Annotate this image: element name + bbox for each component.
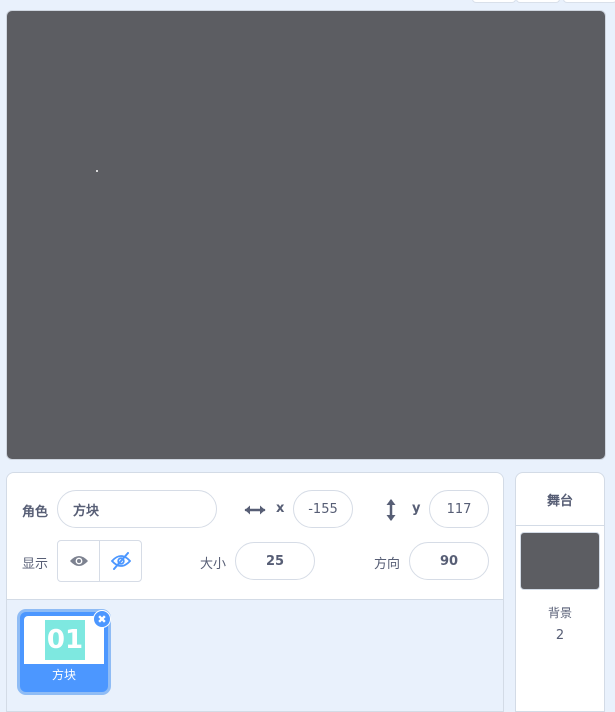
sprite-tile-body: 01 方块 (22, 614, 106, 690)
sprite-pane: 角色 方块 x -155 y 117 显示 大小 25 方向 90 01 方块 … (6, 472, 504, 712)
y-input[interactable]: 117 (429, 490, 489, 528)
eye-hidden-icon (110, 552, 131, 570)
sprite-name-input[interactable]: 方块 (57, 490, 217, 528)
direction-label: 方向 (374, 557, 401, 572)
horizontal-arrow-icon (244, 505, 266, 515)
size-input[interactable]: 25 (235, 542, 315, 580)
stage-canvas[interactable] (6, 10, 606, 460)
large-stage-button[interactable] (516, 0, 560, 3)
direction-input[interactable]: 90 (409, 542, 489, 580)
stage-panel-title: 舞台 (516, 473, 604, 526)
stage-selector[interactable]: 舞台 背景 2 (515, 472, 605, 712)
x-input[interactable]: -155 (293, 490, 353, 528)
size-label: 大小 (200, 557, 227, 572)
x-label: x (276, 501, 285, 516)
fullscreen-button[interactable] (563, 0, 615, 3)
close-icon: ✖ (97, 612, 107, 626)
visibility-toggle (57, 540, 142, 582)
show-button[interactable] (58, 541, 99, 581)
hide-button[interactable] (99, 541, 141, 581)
sprite-label: 角色 (22, 505, 49, 520)
eye-icon (69, 556, 88, 566)
small-stage-button[interactable] (472, 0, 516, 3)
show-label: 显示 (22, 557, 49, 572)
y-label: y (412, 501, 421, 516)
delete-sprite-button[interactable]: ✖ (93, 610, 111, 628)
sprite-thumbnail-image: 01 (45, 620, 85, 660)
sprite-info-panel: 角色 方块 x -155 y 117 显示 大小 25 方向 90 (7, 473, 503, 600)
sprite-tile-name: 方块 (51, 668, 76, 682)
backdrops-label: 背景 (547, 606, 572, 620)
vertical-arrow-icon (386, 499, 396, 521)
backdrops-count: 2 (555, 628, 565, 643)
stage-thumbnail[interactable] (520, 532, 600, 590)
stage-sprite[interactable] (96, 170, 98, 172)
sprite-tile[interactable]: 01 方块 ✖ (17, 609, 111, 695)
sprite-thumbnail: 01 (24, 616, 104, 664)
stage-size-controls (470, 0, 615, 4)
